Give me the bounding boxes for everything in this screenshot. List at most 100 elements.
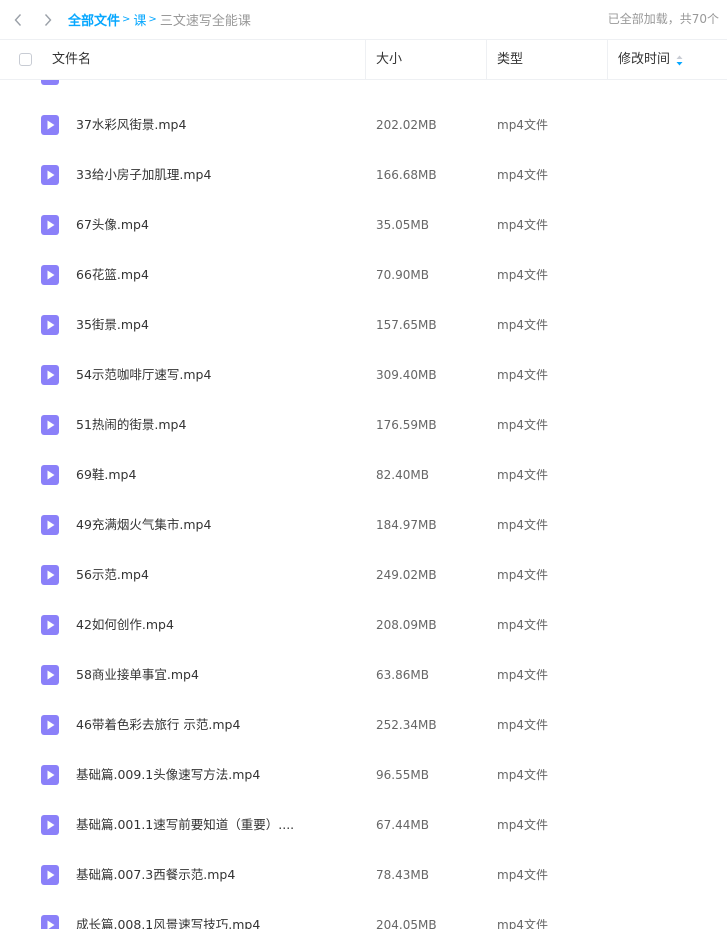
breadcrumb-root[interactable]: 全部文件 xyxy=(68,10,120,29)
file-name[interactable]: 66花篮.mp4 xyxy=(76,250,149,300)
file-row[interactable]: 基础篇.001.1速写前要知道（重要）.... 67.44MB mp4文件 xyxy=(0,800,727,850)
file-row[interactable]: 46带着色彩去旅行 示范.mp4 252.34MB mp4文件 xyxy=(0,700,727,750)
file-row[interactable]: 56示范.mp4 249.02MB mp4文件 xyxy=(0,550,727,600)
file-type: mp4文件 xyxy=(497,218,548,232)
video-file-icon xyxy=(41,315,59,335)
file-type: mp4文件 xyxy=(497,468,548,482)
breadcrumb: 全部文件 > 课 > 三文速写全能课 xyxy=(68,10,251,29)
file-type: mp4文件 xyxy=(497,418,548,432)
file-row[interactable]: 基础篇.009.1头像速写方法.mp4 96.55MB mp4文件 xyxy=(0,750,727,800)
file-name[interactable]: 69鞋.mp4 xyxy=(76,450,136,500)
file-type: mp4文件 xyxy=(497,868,548,882)
file-name[interactable]: 37水彩风街景.mp4 xyxy=(76,100,186,150)
file-size: 157.65MB xyxy=(376,318,437,332)
breadcrumb-folder[interactable]: 课 xyxy=(133,10,146,29)
file-row[interactable]: 成长篇.008.1风景速写技巧.mp4 204.05MB mp4文件 xyxy=(0,900,727,929)
video-file-icon xyxy=(41,665,59,685)
file-size: 176.59MB xyxy=(376,418,437,432)
file-size: 78.43MB xyxy=(376,868,429,882)
column-header-modified-time[interactable]: 修改时间 xyxy=(618,40,670,79)
file-type: mp4文件 xyxy=(497,768,548,782)
file-size: 82.40MB xyxy=(376,468,429,482)
column-divider[interactable] xyxy=(607,40,608,79)
video-file-icon xyxy=(41,815,59,835)
file-type: mp4文件 xyxy=(497,118,548,132)
file-type: mp4文件 xyxy=(497,518,548,532)
file-row[interactable]: 58商业接单事宜.mp4 63.86MB mp4文件 xyxy=(0,650,727,700)
file-name[interactable]: 基础篇.007.3西餐示范.mp4 xyxy=(76,850,235,900)
breadcrumb-current: 三文速写全能课 xyxy=(159,14,251,29)
column-divider[interactable] xyxy=(486,40,487,79)
file-size: 202.02MB xyxy=(376,118,437,132)
column-header-name[interactable]: 文件名 xyxy=(52,40,91,79)
video-file-icon xyxy=(41,365,59,385)
column-header-type[interactable]: 类型 xyxy=(497,40,523,79)
file-name[interactable]: 35街景.mp4 xyxy=(76,300,149,350)
file-type: mp4文件 xyxy=(497,618,548,632)
file-row[interactable]: 35街景.mp4 157.65MB mp4文件 xyxy=(0,300,727,350)
select-all-checkbox[interactable] xyxy=(19,53,32,66)
file-size: 35.05MB xyxy=(376,218,429,232)
file-name[interactable]: 54示范咖啡厅速写.mp4 xyxy=(76,350,211,400)
sort-icon[interactable] xyxy=(676,55,683,66)
file-name[interactable]: 42如何创作.mp4 xyxy=(76,600,174,650)
video-file-icon xyxy=(41,515,59,535)
chevron-left-icon xyxy=(14,13,22,26)
video-file-icon xyxy=(41,415,59,435)
file-row[interactable]: 67头像.mp4 35.05MB mp4文件 xyxy=(0,200,727,250)
file-name[interactable]: 51热闹的街景.mp4 xyxy=(76,400,186,450)
file-name[interactable]: 基础篇.001.1速写前要知道（重要）.... xyxy=(76,800,294,850)
video-file-icon xyxy=(41,215,59,235)
file-row[interactable]: 69鞋.mp4 82.40MB mp4文件 xyxy=(0,450,727,500)
top-bar: 全部文件 > 课 > 三文速写全能课 已全部加载，共70个 xyxy=(0,0,727,39)
file-row[interactable]: 49充满烟火气集市.mp4 184.97MB mp4文件 xyxy=(0,500,727,550)
column-header-size[interactable]: 大小 xyxy=(376,40,402,79)
file-type: mp4文件 xyxy=(497,168,548,182)
file-size: 184.97MB xyxy=(376,518,437,532)
file-row[interactable]: 33给小房子加肌理.mp4 166.68MB mp4文件 xyxy=(0,150,727,200)
file-name[interactable]: 58商业接单事宜.mp4 xyxy=(76,650,199,700)
file-size: 204.05MB xyxy=(376,918,437,929)
video-file-icon xyxy=(41,115,59,135)
file-name[interactable]: 56示范.mp4 xyxy=(76,550,149,600)
file-row[interactable]: 37水彩风街景.mp4 202.02MB mp4文件 xyxy=(0,100,727,150)
file-type: mp4文件 xyxy=(497,268,548,282)
video-file-icon xyxy=(41,865,59,885)
file-list: 37水彩风街景.mp4 202.02MB mp4文件 33给小房子加肌理.mp4 166… xyxy=(0,0,727,929)
forward-button[interactable] xyxy=(33,0,63,39)
table-header: 文件名 大小 类型 修改时间 xyxy=(0,39,727,80)
column-divider[interactable] xyxy=(365,40,366,79)
video-file-icon xyxy=(41,715,59,735)
video-file-icon xyxy=(41,565,59,585)
file-name[interactable]: 67头像.mp4 xyxy=(76,200,149,250)
video-file-icon xyxy=(41,765,59,785)
file-size: 208.09MB xyxy=(376,618,437,632)
file-name[interactable]: 49充满烟火气集市.mp4 xyxy=(76,500,211,550)
file-name[interactable]: 33给小房子加肌理.mp4 xyxy=(76,150,211,200)
video-file-icon xyxy=(41,915,59,929)
file-size: 96.55MB xyxy=(376,768,429,782)
file-name[interactable]: 基础篇.009.1头像速写方法.mp4 xyxy=(76,750,260,800)
file-name[interactable]: 成长篇.008.1风景速写技巧.mp4 xyxy=(76,900,260,929)
video-file-icon xyxy=(41,265,59,285)
chevron-right-icon xyxy=(44,13,52,26)
file-row[interactable]: 66花篮.mp4 70.90MB mp4文件 xyxy=(0,250,727,300)
file-size: 70.90MB xyxy=(376,268,429,282)
file-size: 249.02MB xyxy=(376,568,437,582)
file-row[interactable]: 基础篇.007.3西餐示范.mp4 78.43MB mp4文件 xyxy=(0,850,727,900)
file-size: 309.40MB xyxy=(376,368,437,382)
back-button[interactable] xyxy=(3,0,33,39)
file-type: mp4文件 xyxy=(497,918,548,929)
file-row[interactable]: 54示范咖啡厅速写.mp4 309.40MB mp4文件 xyxy=(0,350,727,400)
file-type: mp4文件 xyxy=(497,318,548,332)
load-status-text: 已全部加载，共70个 xyxy=(607,12,719,26)
file-size: 252.34MB xyxy=(376,718,437,732)
breadcrumb-separator: > xyxy=(122,14,131,25)
file-row[interactable]: 51热闹的街景.mp4 176.59MB mp4文件 xyxy=(0,400,727,450)
video-file-icon xyxy=(41,465,59,485)
video-file-icon xyxy=(41,165,59,185)
file-row[interactable]: 42如何创作.mp4 208.09MB mp4文件 xyxy=(0,600,727,650)
file-size: 63.86MB xyxy=(376,668,429,682)
file-type: mp4文件 xyxy=(497,818,548,832)
file-name[interactable]: 46带着色彩去旅行 示范.mp4 xyxy=(76,700,240,750)
